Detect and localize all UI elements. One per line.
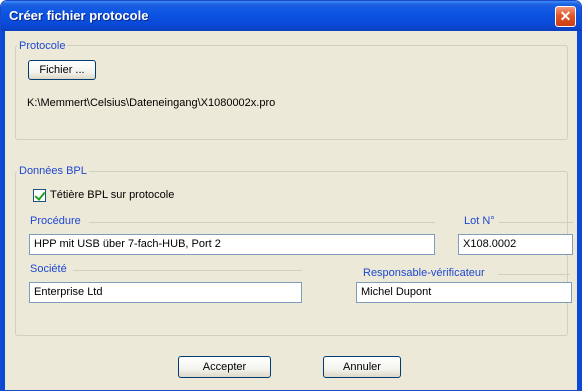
window-title: Créer fichier protocole xyxy=(9,8,149,23)
responsable-input[interactable]: Michel Dupont xyxy=(356,282,572,303)
close-icon[interactable]: ✕ xyxy=(555,6,576,27)
accept-button[interactable]: Accepter xyxy=(178,356,271,378)
responsable-label-line xyxy=(498,274,570,275)
procedure-input[interactable]: HPP mit USB über 7-fach-HUB, Port 2 xyxy=(29,234,435,255)
protocole-group xyxy=(15,45,568,140)
responsable-label: Responsable-vérificateur xyxy=(363,267,485,279)
window-frame-right xyxy=(577,31,581,390)
societe-label: Société xyxy=(30,263,67,275)
protocole-group-title: Protocole xyxy=(17,40,68,52)
protocol-file-path: K:\Memmert\Celsius\Dateneingang\X1080002… xyxy=(27,97,276,109)
lot-label: Lot N° xyxy=(464,215,495,227)
bpl-group-title: Données BPL xyxy=(17,165,89,177)
file-button[interactable]: Fichier ... xyxy=(28,60,96,80)
procedure-label-line xyxy=(89,222,435,223)
dialog-window: Créer fichier protocole ✕ Protocole Fich… xyxy=(0,0,582,391)
window-frame-left xyxy=(1,31,5,390)
cancel-button[interactable]: Annuler xyxy=(323,356,401,378)
lot-input[interactable]: X108.0002 xyxy=(458,234,573,255)
title-bar[interactable]: Créer fichier protocole ✕ xyxy=(1,1,581,31)
bpl-header-checkbox-label: Tétière BPL sur protocole xyxy=(50,189,175,201)
procedure-label: Procédure xyxy=(30,215,81,227)
societe-label-line xyxy=(73,270,302,271)
lot-label-line xyxy=(499,222,573,223)
bpl-header-checkbox[interactable] xyxy=(33,189,46,202)
societe-input[interactable]: Enterprise Ltd xyxy=(29,282,302,303)
